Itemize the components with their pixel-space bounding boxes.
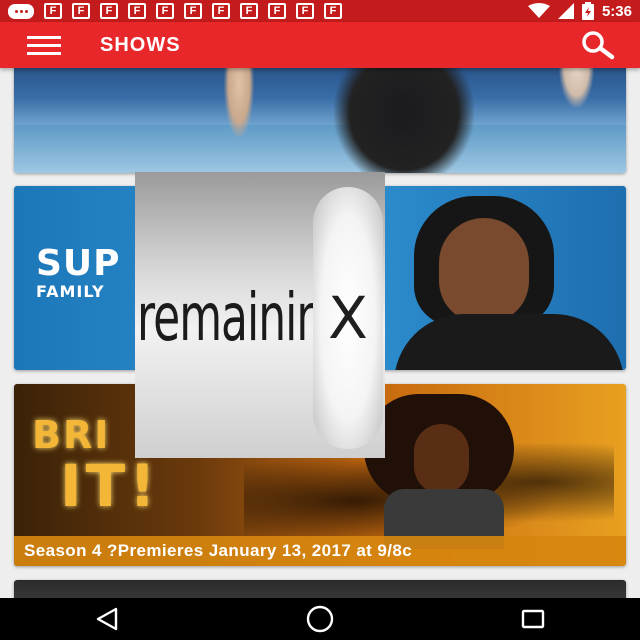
- back-icon[interactable]: [77, 599, 137, 639]
- wifi-icon: [527, 3, 550, 18]
- app-bar: SHOWS: [0, 22, 640, 68]
- flipboard-icon: F: [324, 3, 342, 19]
- home-icon[interactable]: [290, 599, 350, 639]
- flipboard-icon: F: [44, 3, 62, 19]
- status-bar: F F F F F F F F F F F 5:36: [0, 0, 640, 22]
- recents-icon[interactable]: [503, 599, 563, 639]
- show-logo-line2: FAMILY: [36, 282, 105, 301]
- system-icons: 5:36: [527, 2, 632, 20]
- search-icon[interactable]: [578, 25, 618, 65]
- clock: 5:36: [601, 2, 632, 20]
- flipboard-icon: F: [212, 3, 230, 19]
- flipboard-icon: F: [296, 3, 314, 19]
- message-icon: [8, 3, 34, 19]
- close-icon[interactable]: X: [313, 187, 383, 449]
- show-image: [14, 125, 626, 173]
- menu-icon[interactable]: [12, 22, 76, 68]
- flipboard-icon: F: [240, 3, 258, 19]
- caption-bar: Season 4 ?Premieres January 13, 2017 at …: [14, 536, 626, 566]
- flipboard-icon: F: [72, 3, 90, 19]
- ad-overlay[interactable]: remaining X: [135, 172, 385, 458]
- navigation-bar: [0, 598, 640, 640]
- notification-area: F F F F F F F F F F F: [8, 3, 342, 19]
- page-title: SHOWS: [100, 33, 181, 56]
- show-logo-line1: SUP: [36, 243, 121, 284]
- show-image-performer: [364, 394, 534, 549]
- signal-icon: [557, 3, 574, 19]
- flipboard-icon: F: [268, 3, 286, 19]
- show-card[interactable]: [14, 68, 626, 173]
- flipboard-icon: F: [184, 3, 202, 19]
- show-logo: SUP FAMILY: [36, 243, 121, 302]
- show-image-host: [394, 196, 624, 370]
- show-caption: Season 4 ?Premieres January 13, 2017 at …: [24, 541, 413, 560]
- show-logo-line2: IT!: [60, 452, 160, 520]
- battery-icon: [581, 2, 594, 20]
- flipboard-icon: F: [156, 3, 174, 19]
- show-image-dancer: [224, 68, 254, 138]
- flipboard-icon: F: [100, 3, 118, 19]
- show-card[interactable]: [14, 580, 626, 598]
- show-image-host: [334, 68, 474, 173]
- flipboard-icon: F: [128, 3, 146, 19]
- show-image-dancer: [559, 68, 594, 108]
